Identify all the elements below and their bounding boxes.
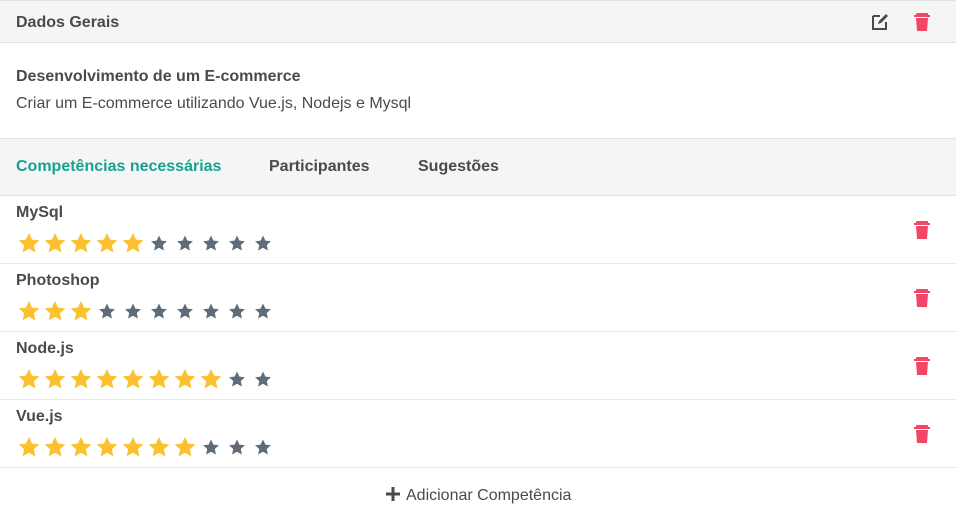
plus-icon [386,487,400,501]
general-data-header: Dados Gerais [0,0,956,43]
star-empty-icon[interactable] [94,299,120,323]
star-filled-icon[interactable] [16,367,42,391]
add-competence-label: Adicionar Competência [406,487,572,504]
skill-row: Node.js [0,332,956,400]
project-details: Desenvolvimento de um E-commerce Criar u… [0,43,956,138]
star-filled-icon[interactable] [94,367,120,391]
star-filled-icon[interactable] [42,367,68,391]
star-filled-icon[interactable] [42,435,68,459]
skill-rating[interactable] [16,231,276,255]
tab-sugestoes[interactable]: Sugestões [418,158,499,176]
star-filled-icon[interactable] [68,435,94,459]
skill-rating[interactable] [16,299,276,323]
add-competence-button[interactable]: Adicionar Competência [0,468,956,524]
star-filled-icon[interactable] [94,231,120,255]
star-filled-icon[interactable] [94,435,120,459]
skill-row: Photoshop [0,264,956,332]
project-description: Criar um E-commerce utilizando Vue.js, N… [16,95,412,112]
star-filled-icon[interactable] [42,299,68,323]
star-filled-icon[interactable] [16,299,42,323]
star-filled-icon[interactable] [120,367,146,391]
delete-skill-icon[interactable] [913,424,931,444]
delete-skill-icon[interactable] [913,356,931,376]
star-filled-icon[interactable] [146,435,172,459]
project-title: Desenvolvimento de um E-commerce [16,68,301,85]
skill-name: Vue.js [16,408,63,425]
star-empty-icon[interactable] [198,299,224,323]
trash-icon[interactable] [913,12,931,32]
skill-rating[interactable] [16,435,276,459]
skill-name: Photoshop [16,272,100,289]
skill-name: MySql [16,204,64,221]
star-empty-icon[interactable] [250,231,276,255]
star-filled-icon[interactable] [16,435,42,459]
star-empty-icon[interactable] [224,299,250,323]
delete-skill-icon[interactable] [913,288,931,308]
skill-row: MySql [0,196,956,264]
section-title: Dados Gerais [16,14,120,31]
star-filled-icon[interactable] [42,231,68,255]
star-empty-icon[interactable] [250,435,276,459]
star-empty-icon[interactable] [250,299,276,323]
star-filled-icon[interactable] [146,367,172,391]
tab-bar: Competências necessárias Participantes S… [0,138,956,196]
star-filled-icon[interactable] [120,435,146,459]
star-filled-icon[interactable] [68,231,94,255]
star-empty-icon[interactable] [146,299,172,323]
star-filled-icon[interactable] [172,435,198,459]
star-filled-icon[interactable] [172,367,198,391]
star-empty-icon[interactable] [198,435,224,459]
star-empty-icon[interactable] [224,367,250,391]
skill-name: Node.js [16,340,74,357]
star-empty-icon[interactable] [172,299,198,323]
star-empty-icon[interactable] [198,231,224,255]
star-filled-icon[interactable] [16,231,42,255]
star-filled-icon[interactable] [120,231,146,255]
skill-rating[interactable] [16,367,276,391]
star-filled-icon[interactable] [68,367,94,391]
star-empty-icon[interactable] [250,367,276,391]
star-empty-icon[interactable] [224,231,250,255]
delete-skill-icon[interactable] [913,220,931,240]
star-empty-icon[interactable] [224,435,250,459]
star-empty-icon[interactable] [120,299,146,323]
edit-icon[interactable] [870,12,890,32]
star-empty-icon[interactable] [172,231,198,255]
tab-participantes[interactable]: Participantes [269,158,369,176]
star-empty-icon[interactable] [146,231,172,255]
tab-competencias[interactable]: Competências necessárias [16,158,221,176]
star-filled-icon[interactable] [68,299,94,323]
star-filled-icon[interactable] [198,367,224,391]
skill-row: Vue.js [0,400,956,468]
